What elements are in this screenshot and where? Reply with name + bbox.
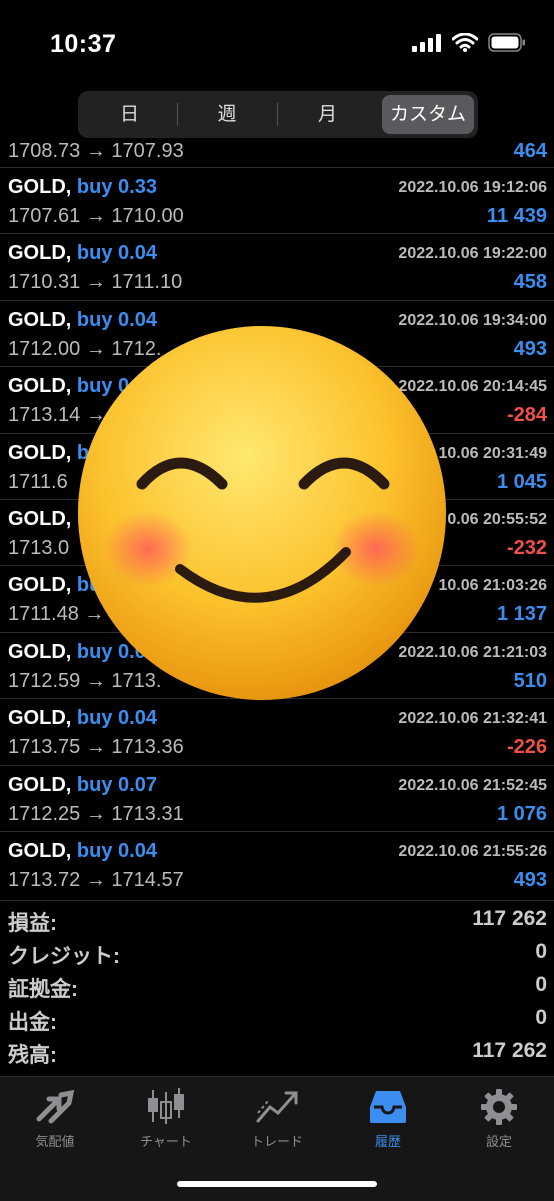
deal-symbol-name: GOLD, [8,507,72,530]
deal-prices: 1710.31 → 1711.10 [8,271,183,294]
deal-row[interactable]: GOLD, buy 0.07 2022.10.06 21:52:45 1712.25… [0,764,554,831]
deal-profit: 464 [513,140,547,162]
deal-date: 2022.10.06 19:12:06 [398,179,547,196]
status-time: 10:37 [50,30,117,58]
tab-month[interactable]: 月 [278,95,377,134]
tab-quotes[interactable]: 気配値 [0,1087,110,1150]
summary-deposit-row: 証拠金: 0 [0,967,554,1001]
summary-label: 残高: [8,1044,57,1067]
deal-side: buy 0.04 [76,707,157,730]
deal-profit: 1 045 [496,470,547,493]
deal-prices: 1713.0 [8,536,70,559]
deal-date: 0.06 20:55:52 [447,510,547,528]
tab-label: 設定 [485,1134,512,1149]
deal-side: buy 0.33 [76,176,157,198]
home-indicator [177,1181,377,1187]
deal-profit: 510 [513,669,547,692]
deal-row[interactable]: GOLD, buy 0.04 2022.10.06 21:32:41 1713.75… [0,698,554,764]
tab-week[interactable]: 週 [178,95,276,134]
summary-profit-row: 損益: 117 262 [0,901,554,935]
deal-profit: -226 [506,736,547,759]
summary-value: 117 262 [472,907,547,930]
deal-symbol: GOLD, buy 0.04 [8,707,157,730]
summary-value: 0 [535,940,547,963]
deal-date: 2022.10.06 19:22:00 [398,245,547,263]
tab-label: 気配値 [35,1134,75,1149]
deal-symbol-name: GOLD, [8,640,72,663]
smiling-face-emoji-icon [78,326,446,700]
status-bar: 10:37 [0,0,554,90]
deal-row[interactable]: GOLD, buy 0.04 2022.10.06 19:22:00 1710.31… [0,233,554,299]
deal-symbol-name: GOLD, [8,839,72,862]
deal-symbol: GOLD, buy 0.33 [8,176,157,199]
summary-withdrawal-row: 出金: 0 [0,1000,554,1034]
period-segmented-control: 日 週 月 カスタム [78,91,478,138]
deal-row[interactable]: GOLD, buy 0.04 2022.10.06 21:55:26 1713.72… [0,830,554,897]
tab-settings[interactable]: 設定 [444,1087,554,1150]
tab-custom[interactable]: カスタム [382,95,474,134]
deal-date: 10.06 21:03:26 [438,577,547,595]
deal-profit: 1 137 [496,603,547,626]
deal-symbol: GOLD, buy 0.04 [8,242,157,265]
deal-side: buy 0.04 [76,839,157,862]
deal-profit: 11 439 [486,205,547,227]
summary-label: 出金: [8,1011,57,1034]
deal-profit: 493 [513,868,547,891]
gear-icon [481,1089,517,1125]
deal-symbol-name: GOLD, [8,176,72,198]
deal-row[interactable]: GOLD, buy 0.33 2022.10.06 19:12:06 1707.61… [0,167,554,233]
deal-symbol-name: GOLD, [8,375,72,398]
summary-label: クレジット: [8,945,120,968]
deal-date: 2022.10.06 21:52:45 [398,776,547,794]
deal-symbol-name: GOLD, [8,308,72,331]
trend-icon [256,1091,298,1123]
deal-date: 10.06 20:31:49 [438,444,547,462]
summary-credit-row: クレジット: 0 [0,934,554,968]
summary-label: 証拠金: [8,978,78,1001]
deal-symbol-name: GOLD, [8,773,72,796]
deal-side: buy 0.04 [76,242,157,265]
tab-label: チャート [140,1134,192,1149]
deal-date: 2022.10.06 21:55:26 [398,842,547,860]
deal-symbol-name: GOLD, [8,574,72,597]
deal-profit: 1 076 [496,802,547,825]
deal-symbol: GOLD, buy 0.07 [8,774,157,797]
deal-profit: 493 [513,337,547,360]
battery-icon [488,33,525,52]
summary-value: 0 [535,1006,547,1029]
tab-chart[interactable]: チャート [111,1087,221,1150]
tab-label: トレード [250,1134,303,1149]
signal-icon [412,33,441,52]
deal-profit: -232 [506,536,547,559]
deal-prices: 1711.6 [8,470,68,493]
deal-prices: 1708.73 → 1707.93 [8,140,184,162]
wifi-icon [452,33,478,52]
deal-date: 2022.10.06 21:32:41 [398,710,547,728]
tab-label: 履歴 [374,1134,401,1149]
deal-profit: -284 [506,404,547,427]
deal-row-partial[interactable]: 1708.73 → 1707.93 464 [0,134,554,167]
deal-symbol-name: GOLD, [8,707,72,730]
inbox-icon [370,1091,406,1123]
deal-symbol-name: GOLD, [8,441,72,464]
summary-label: 損益: [8,912,57,935]
arrows-icon [36,1089,75,1124]
deal-side: buy 0.07 [76,773,157,796]
deal-profit: 458 [513,271,547,294]
tab-history[interactable]: 履歴 [333,1087,443,1150]
summary-balance-row: 残高: 117 262 [0,1033,554,1067]
summary-section: 損益: 117 262 クレジット: 0 証拠金: 0 出金: 0 残高: 11… [0,900,554,1067]
summary-value: 0 [535,973,547,996]
deal-symbol-name: GOLD, [8,242,72,265]
summary-value: 117 262 [472,1039,547,1062]
deal-prices: 1713.75 → 1713.36 [8,736,184,759]
deal-prices: 1712.25 → 1713.31 [8,802,184,825]
deal-prices: 1707.61 → 1710.00 [8,205,184,227]
tab-day[interactable]: 日 [82,95,177,134]
deal-prices: 1713.72 → 1714.57 [8,868,184,891]
candlestick-icon [148,1088,184,1124]
tab-trade[interactable]: トレード [222,1087,332,1150]
deal-symbol: GOLD, buy 0.04 [8,840,157,863]
